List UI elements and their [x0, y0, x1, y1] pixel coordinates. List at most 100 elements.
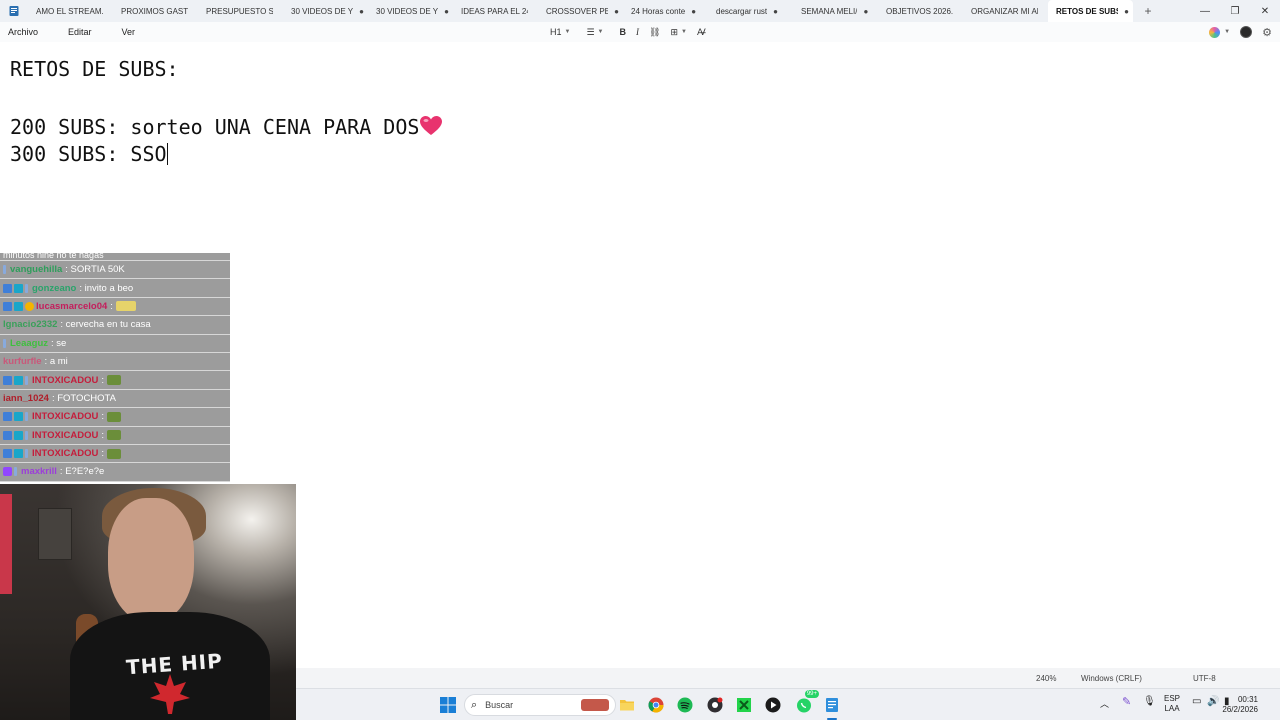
list-icon: ☰ — [586, 26, 595, 37]
chat-username[interactable]: INTOXICADOU — [32, 411, 98, 422]
list-dropdown[interactable]: ☰ ▼ — [581, 22, 608, 42]
account-avatar[interactable] — [1240, 26, 1253, 38]
tab-6[interactable]: IDEAS PARA EL 24 HS — [453, 0, 538, 22]
tab-4[interactable]: 30 VIDEOS DE Y ● — [283, 0, 368, 22]
editor-line-3[interactable]: 300 SUBS: SSO — [10, 142, 168, 166]
new-tab-button[interactable]: + — [1133, 4, 1163, 18]
tab-1[interactable]: AMO EL STREAM.txt — [28, 0, 113, 22]
chat-username[interactable]: lgnacio2332 — [3, 319, 57, 330]
taskbar-search[interactable]: ⌕ Buscar — [464, 694, 616, 716]
chrome-icon[interactable] — [647, 696, 665, 714]
search-icon: ⌕ — [471, 698, 478, 711]
spotify-icon[interactable] — [676, 696, 694, 714]
notepad-taskbar-icon[interactable] — [823, 696, 841, 720]
chat-username[interactable]: iann_1024 — [3, 393, 49, 404]
subscriber-badge-icon — [3, 301, 12, 311]
sub-tier-badge-icon — [25, 375, 28, 385]
sub-tier-badge-icon — [25, 412, 28, 422]
tab-8[interactable]: 24 Horas conte ● — [623, 0, 708, 22]
chat-username[interactable]: Leaaguz — [10, 338, 48, 349]
language-line-1: ESP — [1164, 694, 1181, 703]
clear-format-button[interactable]: Ꜻ — [692, 22, 711, 42]
heading-label: H1 — [550, 27, 562, 37]
chat-username[interactable]: lucasmarcelo04 — [36, 301, 107, 312]
tab-label: 24 Horas conte — [631, 6, 686, 16]
chat-username[interactable]: INTOXICADOU — [32, 448, 98, 459]
microphone-icon[interactable]: 🎙 — [1143, 697, 1156, 707]
menu-bar: Archivo Editar Ver H1 ▼ ☰ ▼ B I ⛓ ⊞ ▼ Ꜻ ▼ ⚙ — [0, 22, 1280, 42]
tab-9[interactable]: descargar rust ● — [708, 0, 793, 22]
chat-username[interactable]: vanguehilla — [10, 264, 62, 275]
encoding[interactable]: UTF-8 — [1193, 674, 1216, 683]
italic-button[interactable]: I — [631, 22, 644, 42]
tab-5[interactable]: 30 VIDEOS DE Y ● — [368, 0, 453, 22]
obs-icon[interactable] — [706, 696, 724, 714]
sub-tier-badge-icon — [3, 338, 6, 348]
tab-13[interactable]: RETOS DE SUBS ● — [1048, 0, 1133, 22]
unsaved-dot-icon[interactable]: ● — [359, 7, 364, 16]
chat-emote-icon — [106, 375, 121, 386]
gear-icon[interactable]: ⚙ — [1262, 26, 1272, 39]
green-app-icon[interactable] — [735, 696, 753, 714]
tab-3[interactable]: PRESUPUESTO SEPTIE — [198, 0, 283, 22]
chat-username[interactable]: maxkrill — [21, 466, 57, 477]
clock[interactable]: 00:31 26/2/2026 — [1222, 695, 1258, 715]
tab-11[interactable]: OBJETIVOS 2026.txt — [878, 0, 963, 22]
link-icon: ⛓ — [649, 26, 661, 37]
tab-10[interactable]: SEMANA MELI/ ● — [793, 0, 878, 22]
language-indicator[interactable]: ESP LAA — [1164, 694, 1180, 714]
chat-username[interactable]: INTOXICADOU — [32, 430, 98, 441]
subscriber-badge-icon — [3, 430, 12, 440]
search-highlight-image — [581, 699, 609, 711]
unsaved-dot-icon[interactable]: ● — [444, 7, 449, 16]
chat-emote-icon — [115, 301, 136, 312]
tab-2[interactable]: PROXIMOS GASTOS 1 — [113, 0, 198, 22]
taskbar: ⌕ Buscar 99+ ︿ ✎ 🎙 ESP LAA ▭ 🔊 ▮ 00:31 2… — [296, 688, 1280, 720]
tab-label: AMO EL STREAM.txt — [36, 6, 103, 16]
tab-7[interactable]: CROSSOVER PE ● — [538, 0, 623, 22]
editor-line-1[interactable]: RETOS DE SUBS: — [10, 57, 179, 81]
pen-icon[interactable]: ✎ — [1122, 697, 1131, 708]
zoom-level[interactable]: 240% — [1036, 674, 1056, 683]
menu-edit[interactable]: Editar — [60, 27, 100, 37]
unsaved-dot-icon[interactable]: ● — [1124, 7, 1129, 16]
menu-file[interactable]: Archivo — [0, 27, 46, 37]
tab-label: IDEAS PARA EL 24 HS — [461, 6, 528, 16]
maximize-button[interactable]: ❐ — [1220, 0, 1250, 22]
subscriber-badge-icon — [3, 375, 12, 385]
chat-username[interactable]: kurfurfle — [3, 356, 42, 367]
chat-username[interactable]: INTOXICADOU — [32, 375, 98, 386]
line-ending[interactable]: Windows (CRLF) — [1081, 674, 1142, 683]
chevron-up-icon[interactable]: ︿ — [1100, 699, 1109, 709]
chat-message: lucasmarcelo04: — [0, 297, 230, 317]
link-button[interactable]: ⛓ — [644, 22, 665, 42]
file-explorer-icon[interactable] — [618, 696, 636, 714]
heart-emoji-icon — [420, 116, 443, 135]
volume-icon[interactable]: 🔊 — [1207, 697, 1219, 707]
unsaved-dot-icon[interactable]: ● — [691, 7, 696, 16]
chat-username[interactable]: gonzeano — [32, 283, 76, 294]
gold-badge-icon — [25, 301, 34, 311]
gift-badge-icon — [14, 412, 23, 422]
tab-12[interactable]: ORGANIZAR MI AÑO — [963, 0, 1048, 22]
editor-line-2[interactable]: 200 SUBS: sorteo UNA CENA PARA DOS — [10, 115, 443, 139]
unsaved-dot-icon[interactable]: ● — [773, 7, 778, 16]
copilot-button[interactable]: ▼ — [1209, 26, 1230, 38]
chat-message: gonzeano: invito a beo — [0, 279, 230, 298]
heading-dropdown[interactable]: H1 ▼ — [545, 22, 575, 42]
whatsapp-icon[interactable]: 99+ — [795, 690, 819, 714]
wifi-icon[interactable]: ▭ — [1192, 697, 1201, 707]
prime-badge-icon — [3, 467, 12, 477]
unsaved-dot-icon[interactable]: ● — [863, 7, 868, 16]
minimize-button[interactable]: — — [1190, 0, 1220, 22]
chat-text: : invito a beo — [79, 282, 134, 294]
subscriber-badge-icon — [3, 449, 12, 459]
close-button[interactable]: ✕ — [1250, 0, 1280, 22]
media-player-icon[interactable] — [764, 696, 782, 714]
bold-button[interactable]: B — [615, 22, 632, 42]
table-dropdown[interactable]: ⊞ ▼ — [665, 22, 692, 42]
windows-start-icon[interactable] — [439, 696, 457, 714]
menu-view[interactable]: Ver — [114, 27, 144, 37]
chat-message: kurfurfle: a mi — [0, 352, 230, 372]
unsaved-dot-icon[interactable]: ● — [614, 7, 619, 16]
